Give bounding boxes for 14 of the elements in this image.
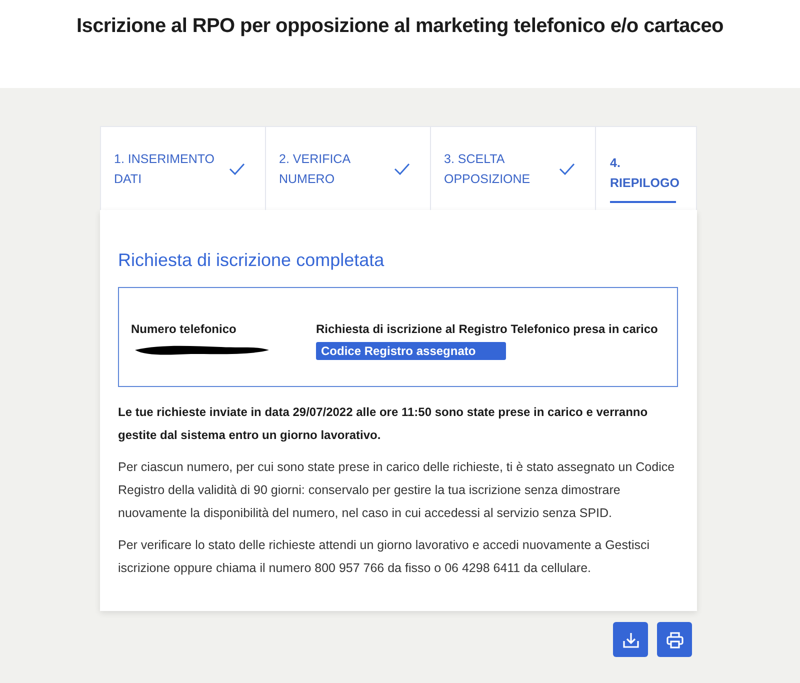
print-button[interactable] — [657, 622, 692, 657]
check-icon — [559, 162, 575, 174]
page-title: Iscrizione al RPO per opposizione al marketing telefonico e/o cartaceo — [76, 14, 724, 38]
notice-text: Le tue richieste inviate in data 29/07/2022 alle ore 11:50 sono state prese in carico e verranno gestite dal sistema entro un giorno lavorativo. — [118, 404, 649, 444]
step-tab[interactable]: 4. RIEPILOGO — [596, 127, 696, 210]
body-text: Per verificare lo stato delle richieste attendi un giorno lavorativo e accedi nuovamente a Gestisci iscrizione oppure chiama il numero 800 957 766 da fisso o 06 4298 6411 da cellulare. — [118, 537, 651, 577]
code-badge: Codice Registro assegnato — [316, 342, 506, 360]
check-icon — [229, 162, 245, 174]
download-button[interactable] — [613, 622, 648, 657]
card-heading: Richiesta di iscrizione completata — [118, 250, 386, 271]
status-label: Richiesta di iscrizione al Registro Telefonico presa in carico — [316, 322, 658, 336]
check-icon — [394, 162, 410, 174]
body-text: Per ciascun numero, per cui sono state prese in carico delle richieste, ti è stato assegnato un Codice Registro della validità di 90 giorni: conservalo per gestire la tua iscrizione senza dimostrare nuovamente la disponibilità del numero, nel caso in cui accedessi al servizio senza SPID. — [118, 459, 676, 522]
number-label: Numero telefonico — [131, 322, 238, 336]
